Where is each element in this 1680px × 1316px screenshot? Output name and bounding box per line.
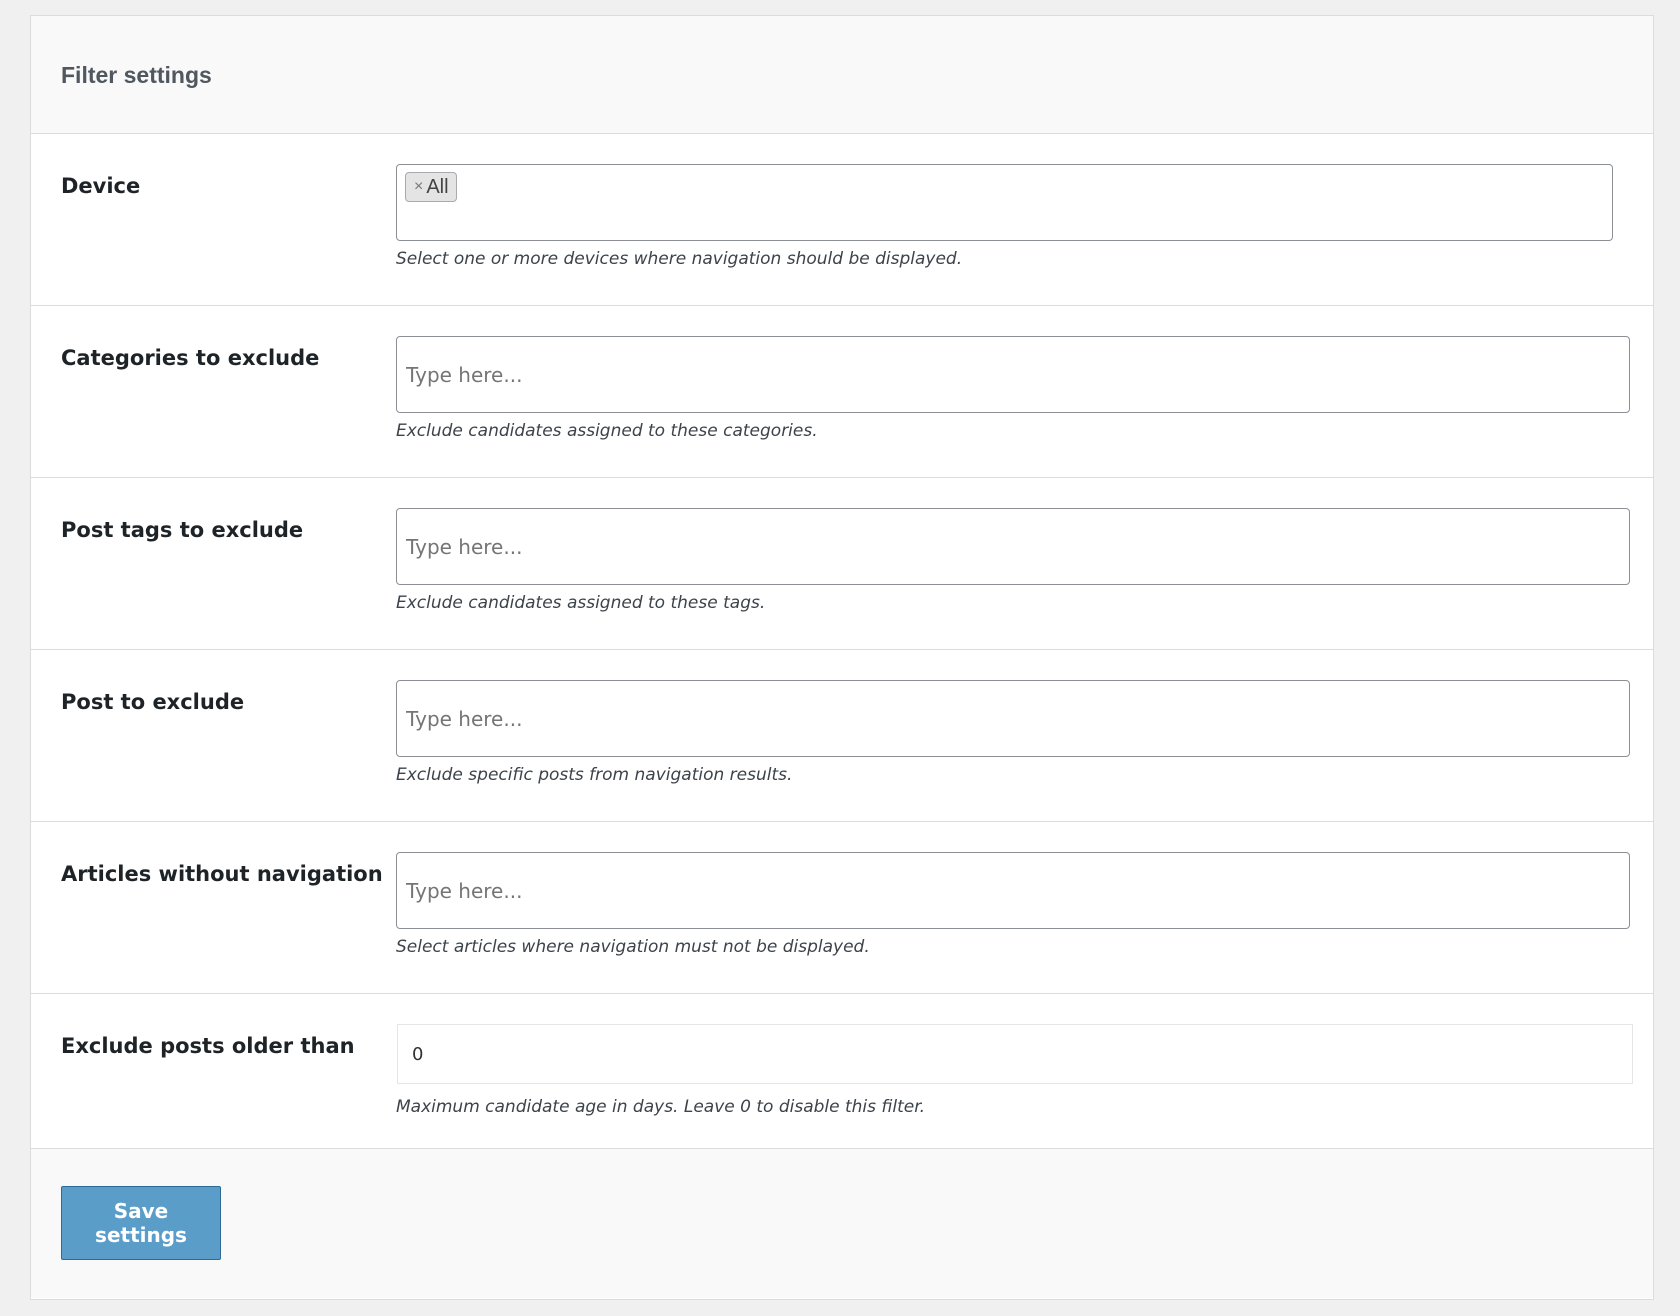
categories-row: Categories to exclude Exclude candidates… — [31, 306, 1653, 478]
posts-input[interactable] — [397, 681, 1629, 756]
panel-title: Filter settings — [61, 62, 212, 88]
older-than-label: Exclude posts older than — [61, 1034, 355, 1058]
device-tag-label: All — [426, 175, 449, 198]
older-than-description: Maximum candidate age in days. Leave 0 t… — [396, 1097, 926, 1117]
older-than-field — [397, 1024, 1633, 1084]
post-tags-row: Post tags to exclude Exclude candidates … — [31, 478, 1653, 650]
posts-field — [396, 680, 1630, 757]
categories-label: Categories to exclude — [61, 346, 320, 370]
posts-row: Post to exclude Exclude specific posts f… — [31, 650, 1653, 822]
posts-label: Post to exclude — [61, 690, 245, 714]
posts-description: Exclude specific posts from navigation r… — [396, 765, 793, 785]
device-row: Device × All Select one or more devices … — [31, 134, 1653, 306]
categories-input[interactable] — [397, 337, 1629, 412]
panel-footer: Save settings — [31, 1149, 1653, 1298]
older-than-row: Exclude posts older than Maximum candida… — [31, 994, 1653, 1149]
post-tags-label: Post tags to exclude — [61, 518, 304, 542]
articles-without-nav-row: Articles without navigation Select artic… — [31, 822, 1653, 994]
post-tags-description: Exclude candidates assigned to these tag… — [396, 593, 766, 613]
device-tag-all: × All — [405, 172, 457, 202]
older-than-input[interactable] — [398, 1025, 1632, 1083]
articles-without-nav-input[interactable] — [397, 853, 1629, 928]
articles-without-nav-description: Select articles where navigation must no… — [396, 937, 870, 957]
panel-header: Filter settings — [31, 16, 1653, 134]
remove-tag-icon[interactable]: × — [414, 178, 423, 196]
categories-description: Exclude candidates assigned to these cat… — [396, 421, 818, 441]
device-description: Select one or more devices where navigat… — [396, 249, 963, 269]
device-multiselect[interactable]: × All — [396, 164, 1613, 241]
filter-settings-panel: Filter settings Device × All Select one … — [30, 15, 1654, 1300]
post-tags-field — [396, 508, 1630, 585]
articles-without-nav-label: Articles without navigation — [61, 862, 383, 886]
post-tags-input[interactable] — [397, 509, 1629, 584]
articles-without-nav-field — [396, 852, 1630, 929]
save-settings-button[interactable]: Save settings — [61, 1186, 221, 1260]
device-label: Device — [61, 174, 141, 198]
categories-field — [396, 336, 1630, 413]
